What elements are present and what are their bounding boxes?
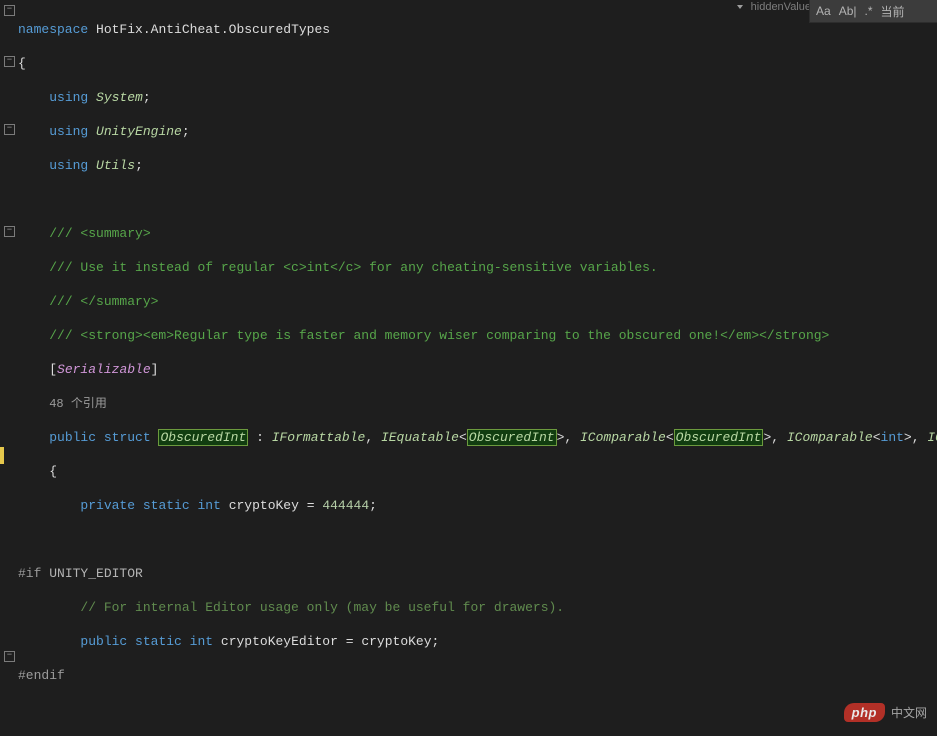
watermark: php 中文网 [844,703,927,722]
code-area[interactable]: namespace HotFix.AntiCheat.ObscuredTypes… [18,0,937,736]
xml-doc: /// <strong><em>Regular type is faster a… [49,328,829,343]
kw: public [49,430,96,445]
ref: cryptoKey [361,634,431,649]
kw-using: using [49,124,88,139]
fold-toggle[interactable]: − [4,56,15,67]
kw-using: using [49,90,88,105]
attr-close: ] [151,362,159,377]
pp-endif: #endif [18,668,65,683]
xml-doc: /// <summary> [49,226,150,241]
fold-toggle[interactable]: − [4,226,15,237]
iface: IComparable [927,430,937,445]
attr-name: Serializable [57,362,151,377]
fold-toggle[interactable]: − [4,651,15,662]
xml-doc: /// </summary> [49,294,158,309]
fold-toggle[interactable]: − [4,5,15,16]
attr-open: [ [49,362,57,377]
kw-using: using [49,158,88,173]
num: 444444 [322,498,369,513]
change-marker [0,447,4,464]
iface: IComparable [580,430,666,445]
using-name: System [96,90,143,105]
kw: private [80,498,135,513]
watermark-text: 中文网 [891,704,927,721]
pp-symbol: UNITY_EDITOR [49,566,143,581]
comment: // For internal Editor usage only (may b… [80,600,564,615]
field: cryptoKeyEditor [221,634,338,649]
code-editor[interactable]: − − − − − namespace HotFix.AntiCheat.Obs… [0,0,937,736]
fold-gutter: − − − − − [0,0,18,736]
type-arg: ObscuredInt [467,429,557,446]
iface: IEquatable [381,430,459,445]
pp-if: #if [18,566,41,581]
iface: IComparable [787,430,873,445]
kw: public [80,634,127,649]
namespace-name: HotFix.AntiCheat.ObscuredTypes [96,22,330,37]
type-arg: ObscuredInt [674,429,764,446]
fold-toggle[interactable]: − [4,124,15,135]
field: cryptoKey [229,498,299,513]
watermark-logo: php [844,703,885,722]
kw: int [190,634,213,649]
kw: int [197,498,220,513]
editor-root: hiddenValue Aa Ab| .* 当前 − − − − − names… [0,0,937,736]
xml-doc: /// Use it instead of regular <c>int</c>… [49,260,658,275]
kw: static [143,498,190,513]
kw: static [135,634,182,649]
kw-namespace: namespace [18,22,88,37]
kw: struct [104,430,151,445]
codelens-refs[interactable]: 48 个引用 [49,397,107,411]
colon: : [248,430,271,445]
using-name: UnityEngine [96,124,182,139]
using-name: Utils [96,158,135,173]
brace: { [18,56,26,71]
kw-int: int [881,430,904,445]
struct-name: ObscuredInt [158,429,248,446]
iface: IFormattable [272,430,366,445]
